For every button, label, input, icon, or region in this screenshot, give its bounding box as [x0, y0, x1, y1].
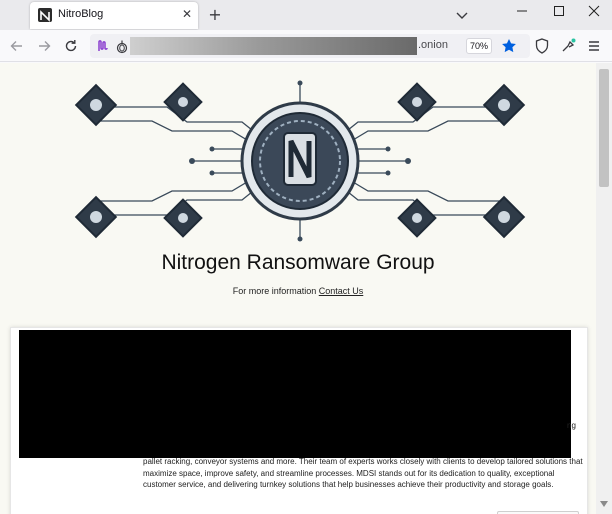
- url-redacted: [130, 37, 417, 55]
- scrollbar-thumb[interactable]: [599, 69, 609, 187]
- url-bar[interactable]: .onion 70%: [90, 34, 530, 58]
- vertical-scrollbar[interactable]: [596, 63, 612, 514]
- contact-prefix: For more information: [232, 286, 317, 296]
- arrow-right-icon[interactable]: [35, 37, 53, 55]
- star-icon[interactable]: [500, 37, 518, 55]
- contact-line: For more information Contact Us: [0, 286, 596, 296]
- tab-strip: NitroBlog ✕ +: [0, 0, 612, 30]
- maximize-button[interactable]: [545, 4, 573, 24]
- post-card: ng pallet racking, conveyor systems and …: [10, 327, 588, 514]
- nitrogen-banner-logo: [72, 75, 528, 245]
- tab-title: NitroBlog: [58, 8, 104, 20]
- chevron-down-icon[interactable]: [453, 6, 471, 24]
- site-title: Nitrogen Ransomware Group: [161, 251, 435, 274]
- contact-us-link[interactable]: Contact Us: [319, 286, 364, 296]
- shield-icon[interactable]: [533, 37, 551, 55]
- post-body: pallet racking, conveyor systems and mor…: [143, 457, 583, 489]
- redacted-content: [19, 330, 571, 458]
- navigation-toolbar: .onion 70%: [0, 30, 612, 62]
- scroll-down-arrow-icon[interactable]: [600, 501, 608, 507]
- close-icon[interactable]: ✕: [180, 7, 194, 21]
- reload-icon[interactable]: [62, 37, 80, 55]
- puzzle-icon[interactable]: [559, 37, 577, 55]
- page-viewport: Nitrogen Ransomware Group For more infor…: [0, 63, 596, 514]
- onion-icon[interactable]: [115, 38, 129, 54]
- window-close-button[interactable]: [580, 4, 608, 24]
- arrow-left-icon[interactable]: [8, 37, 26, 55]
- plus-icon[interactable]: +: [205, 5, 225, 25]
- url-suffix: .onion: [418, 39, 448, 51]
- zoom-level-badge[interactable]: 70%: [466, 38, 492, 54]
- extension-icon[interactable]: [94, 37, 112, 55]
- nitrogen-logo-icon: [38, 8, 52, 22]
- tab-nitroblog[interactable]: NitroBlog ✕: [30, 2, 198, 29]
- minimize-button[interactable]: [508, 4, 536, 24]
- post-text-fragment: ng: [567, 421, 576, 430]
- hamburger-menu-icon[interactable]: [585, 37, 603, 55]
